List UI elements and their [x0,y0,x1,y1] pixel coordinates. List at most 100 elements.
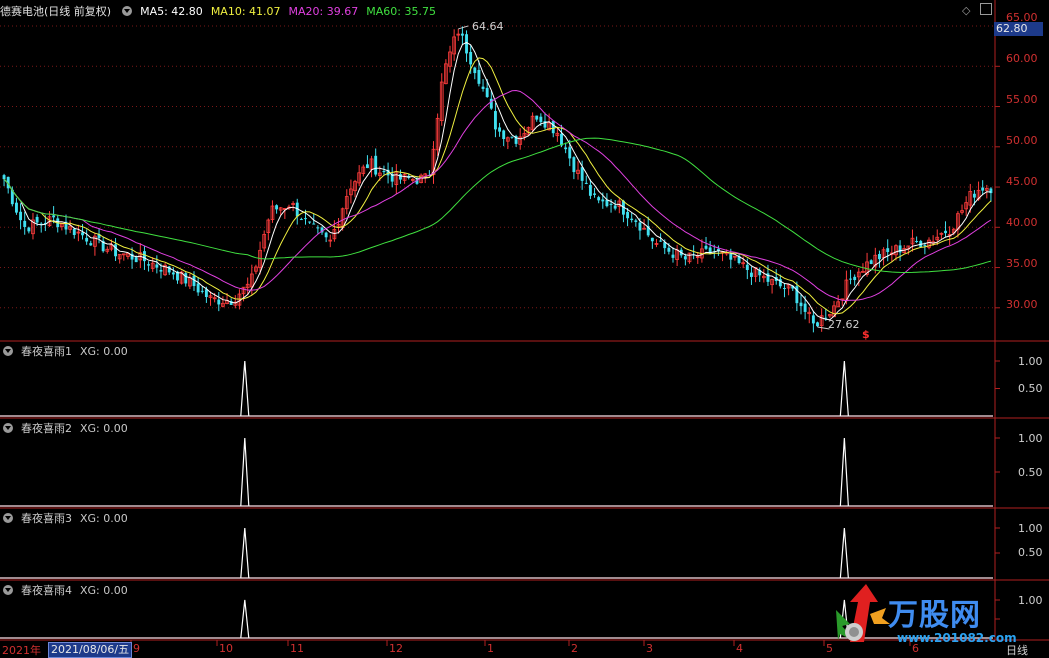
candle-body [886,248,890,253]
signal-spike [839,437,849,507]
candle-body [944,230,947,234]
candle-body [15,202,18,213]
candle-body [469,51,473,65]
candle-body [493,111,497,130]
year-label: 2021年 [2,644,41,657]
month-tick: 11 [290,642,304,655]
candle-body [811,315,815,324]
stock-title[interactable]: 德赛电池(日线 前复权) [0,3,111,19]
candle-body [626,211,630,219]
high-price-label: 64.64 [472,20,504,33]
candle-body [584,182,588,184]
candle-body [613,205,617,209]
candle-body [704,245,708,249]
indicator-title[interactable]: 春夜喜雨3 [21,510,72,526]
candle-body [365,164,369,169]
diamond-icon[interactable]: ◇ [962,4,970,18]
candle-body [601,199,605,202]
candle-body [783,288,786,290]
candle-body [650,237,654,242]
candle-body [671,254,675,258]
y-tick: 45.00 [1006,175,1038,188]
candle-body [171,272,175,275]
candle-body [588,184,592,196]
candle-body [217,299,221,305]
ma5-label: MA5: 42.80 [140,4,203,18]
y-tick: 35.00 [1006,257,1038,270]
dropdown-icon[interactable] [3,423,13,433]
cursor-date: 2021/08/06/五 [48,642,133,658]
candle-body [593,193,596,195]
candle-body [659,240,663,242]
dropdown-icon[interactable] [3,346,13,356]
candle-body [560,133,563,146]
kline-chart[interactable] [0,0,1049,658]
candle-body [502,130,506,139]
candle-body [114,244,117,257]
dropdown-icon[interactable] [3,513,13,523]
indicator-xg: XG: 0.00 [80,511,128,525]
candle-body [460,33,464,36]
candle-body [196,283,200,293]
signal-spike [240,599,250,639]
candle-body [745,264,749,271]
candle-body [200,290,204,292]
y-tick: 55.00 [1006,93,1038,106]
candle-body [27,227,31,232]
indicator-title[interactable]: 春夜喜雨2 [21,420,72,436]
candle-body [72,228,76,235]
low-price-label: 27.62 [828,318,860,331]
indicator-xg: XG: 0.00 [80,583,128,597]
candle-body [485,87,489,97]
candle-body [634,220,638,222]
chart-header: 德赛电池(日线 前复权) MA5: 42.80 MA10: 41.07 MA20… [0,3,444,19]
candle-body [915,241,919,243]
watermark-url: www.201082.com [897,631,1017,645]
ma20-line [3,89,992,302]
signal-spike [240,437,250,507]
candle-body [630,218,634,221]
signal-spike [240,360,250,417]
ma10-label: MA10: 41.07 [210,4,281,18]
candle-body [399,174,402,180]
indicator-tick: 0.50 [1018,382,1043,395]
candle-body [324,232,328,238]
candle-body [981,187,985,191]
candle-body [923,244,927,246]
indicator-title[interactable]: 春夜喜雨1 [21,343,72,359]
watermark-brand: 万股网 [888,598,981,633]
candle-body [143,251,146,262]
month-tick: 3 [646,642,653,655]
candle-body [89,243,93,246]
indicator-title[interactable]: 春夜喜雨4 [21,582,72,598]
candle-body [683,256,687,260]
month-tick: 4 [736,642,743,655]
indicator-header-1: 春夜喜雨1 XG: 0.00 [0,343,136,359]
candle-body [498,127,502,132]
y-tick: 50.00 [1006,134,1038,147]
indicator-tick: 1.00 [1018,522,1043,535]
indicator-header-4: 春夜喜雨4 XG: 0.00 [0,582,136,598]
candle-body [81,232,84,236]
ma60-line [3,137,992,273]
candle-body [816,322,819,327]
indicator-header-2: 春夜喜雨2 XG: 0.00 [0,420,136,436]
candle-body [35,216,39,223]
candle-body [667,247,671,252]
candle-body [19,211,23,221]
candle-body [147,264,151,266]
month-tick: 1 [487,642,494,655]
ma60-label: MA60: 35.75 [366,4,436,18]
candle-body [304,218,307,220]
window-toggle-icon[interactable] [980,3,992,15]
candle-body [382,171,386,173]
candle-body [535,115,539,120]
signal-spike [839,527,849,579]
dropdown-icon[interactable] [3,585,13,595]
candle-body [849,278,852,280]
month-tick: 2 [571,642,578,655]
candle-body [308,221,312,223]
dropdown-icon[interactable] [122,6,133,16]
signal-marker: $ [862,328,870,341]
candle-body [869,260,873,265]
